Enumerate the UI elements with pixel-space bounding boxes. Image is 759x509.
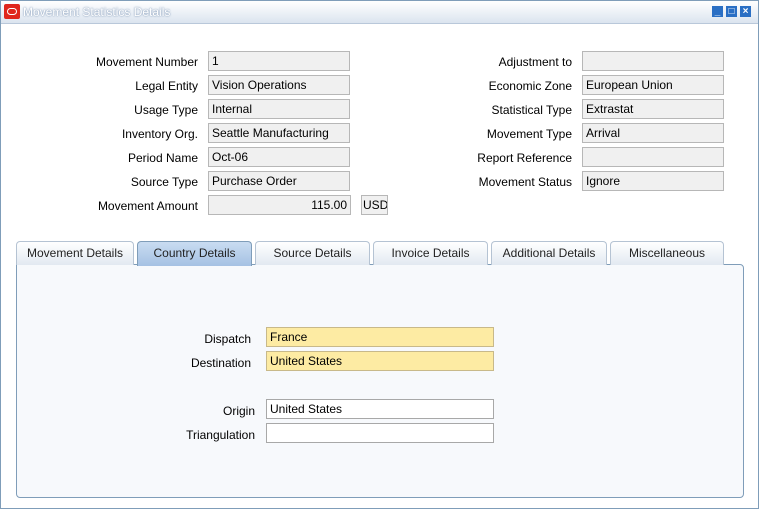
statistical-type-label: Statistical Type <box>491 103 572 117</box>
tab-additional-details[interactable]: Additional Details <box>491 241 607 265</box>
close-icon[interactable]: × <box>740 6 751 17</box>
report-reference-field[interactable] <box>582 147 724 167</box>
window-title: Movement Statistics Details <box>23 5 171 19</box>
movement-type-field[interactable]: Arrival <box>582 123 724 143</box>
inventory-org-field[interactable]: Seattle Manufacturing <box>208 123 350 143</box>
dispatch-label: Dispatch <box>204 332 251 346</box>
movement-status-field[interactable]: Ignore <box>582 171 724 191</box>
usage-type-label: Usage Type <box>134 103 198 117</box>
movement-number-field[interactable]: 1 <box>208 51 350 71</box>
source-type-label: Source Type <box>130 175 198 189</box>
legal-entity-field[interactable]: Vision Operations <box>208 75 350 95</box>
tab-country-details[interactable]: Country Details <box>137 241 252 266</box>
legal-entity-label: Legal Entity <box>135 79 198 93</box>
tab-movement-details[interactable]: Movement Details <box>16 241 134 265</box>
tab-miscellaneous[interactable]: Miscellaneous <box>610 241 724 265</box>
usage-type-field[interactable]: Internal <box>208 99 350 119</box>
economic-zone-field[interactable]: European Union <box>582 75 724 95</box>
oracle-app-icon <box>4 4 20 19</box>
destination-label: Destination <box>190 356 251 370</box>
period-name-field[interactable]: Oct-06 <box>208 147 350 167</box>
movement-statistics-window: Movement Statistics Details _ □ × Moveme… <box>0 0 759 509</box>
economic-zone-label: Economic Zone <box>488 79 572 93</box>
country-details-panel: Dispatch France Destination United State… <box>16 264 744 498</box>
adjustment-to-label: Adjustment to <box>498 55 572 69</box>
triangulation-field[interactable] <box>266 423 494 443</box>
movement-amount-label: Movement Amount <box>97 199 198 213</box>
adjustment-to-field[interactable] <box>582 51 724 71</box>
destination-field[interactable]: United States <box>266 351 494 371</box>
origin-field[interactable]: United States <box>266 399 494 419</box>
minimize-icon[interactable]: _ <box>712 6 723 17</box>
tab-source-details[interactable]: Source Details <box>255 241 370 265</box>
inventory-org-label: Inventory Org. <box>121 127 198 141</box>
tab-invoice-details[interactable]: Invoice Details <box>373 241 488 265</box>
title-bar[interactable]: Movement Statistics Details _ □ × <box>1 1 758 24</box>
movement-number-label: Movement Number <box>95 55 198 69</box>
dispatch-field[interactable]: France <box>266 327 494 347</box>
origin-label: Origin <box>222 404 255 418</box>
period-name-label: Period Name <box>127 151 198 165</box>
triangulation-label: Triangulation <box>186 428 255 442</box>
source-type-field[interactable]: Purchase Order <box>208 171 350 191</box>
movement-amount-field[interactable]: 115.00 <box>208 195 351 215</box>
currency-field[interactable]: USD <box>361 195 388 215</box>
statistical-type-field[interactable]: Extrastat <box>582 99 724 119</box>
maximize-icon[interactable]: □ <box>726 6 737 17</box>
movement-type-label: Movement Type <box>486 127 572 141</box>
movement-status-label: Movement Status <box>478 175 572 189</box>
report-reference-label: Report Reference <box>477 151 572 165</box>
